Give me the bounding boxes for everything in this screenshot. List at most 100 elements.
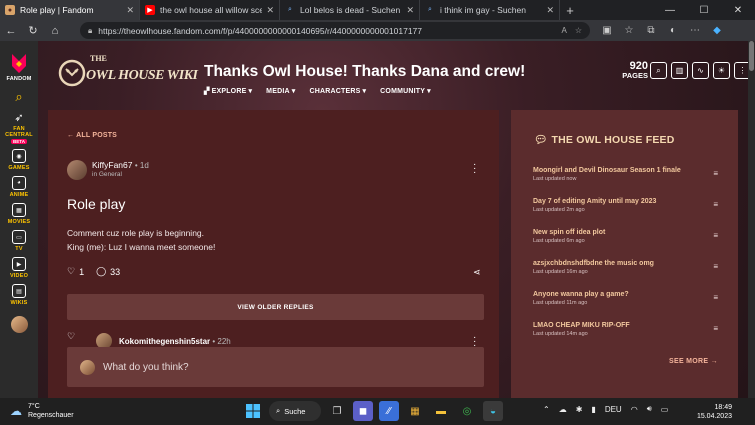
nav-characters[interactable]: CHARACTERS ▾ [309,87,366,96]
more-dots-icon[interactable]: ⋮ [734,62,748,79]
rail-item-tv[interactable]: ▭ TV [12,230,26,252]
owl-house-feed: 💬︎ THE OWL HOUSE FEED Moongirl and Devil… [511,110,738,398]
task-view-icon[interactable]: ❐ [327,401,347,421]
language-indicator[interactable]: DEU [605,405,622,414]
system-tray: ⌃ ☁ ✱ ▮ DEU ◠ 🔊︎ ▭ [543,404,668,414]
reload-icon[interactable]: ↻ [22,20,44,41]
rail-item-anime[interactable]: ◕ ANIME [10,176,29,198]
tab-bing-gay[interactable]: ⌕ i think im gay - Suchen ✕ [420,0,560,20]
feed-item-title[interactable]: Day 7 of editing Amity until may 2023 [533,198,718,205]
rail-item-fan-central[interactable]: ➶ FAN CENTRAL BETA [4,111,34,144]
file-explorer-icon[interactable]: ▬ [431,401,451,421]
scrollbar-thumb[interactable] [749,41,754,71]
nav-explore[interactable]: ▞ EXPLORE ▾ [204,87,252,96]
close-tab-icon[interactable]: ✕ [266,5,274,16]
read-aloud-icon[interactable]: A [561,26,566,35]
share-icon[interactable]: ⋖ [473,267,481,278]
bluetooth-icon[interactable]: ✱ [576,405,583,414]
cloud-icon[interactable]: ☁ [559,405,567,414]
open-book-icon[interactable]: ▥ [671,62,688,79]
back-arrow-icon[interactable]: ← [0,20,22,41]
chevron-up-icon[interactable]: ⌃ [543,405,550,414]
activity-pulse-icon[interactable]: ∿ [692,62,709,79]
battery-icon[interactable]: ▮ [591,405,595,414]
close-tab-icon[interactable]: ✕ [126,5,134,16]
list-item[interactable]: azsjxchbdnshdfbdne the music omg Last up… [533,260,718,291]
like-button[interactable]: ♡ 1 [67,266,84,277]
battery-status-icon[interactable]: ▭ [661,405,669,414]
rain-cloud-icon: ☁ [10,404,22,418]
url-text: https://theowlhouse.fandom.com/f/p/44000… [98,25,423,36]
rail-item-games[interactable]: ◉ GAMES [8,149,29,171]
tab-role-play[interactable]: ● Role play | Fandom ✕ [0,0,140,20]
profile-avatar-icon[interactable]: ◐ [662,25,684,36]
rail-search[interactable]: ⌕ [15,89,22,105]
feed-item-title[interactable]: New spin off idea plot [533,229,718,236]
avatar[interactable] [67,160,87,180]
teams-chat-icon[interactable]: ◼ [353,401,373,421]
favorite-star-icon[interactable]: ☆ [575,26,582,35]
split-screen-icon[interactable]: ▣ [596,25,618,36]
tab-bing-belos[interactable]: ⌕ Lol belos is dead - Suchen ✕ [280,0,420,20]
see-more-link[interactable]: SEE MORE → [669,358,718,365]
list-item[interactable]: Moongirl and Devil Dinosaur Season 1 fin… [533,167,718,198]
search-icon[interactable]: ⌕ [650,62,667,79]
minimize-icon[interactable]: — [653,0,687,20]
tab-youtube[interactable]: ▶ the owl house all willow scenes ✕ [140,0,280,20]
favorites-icon[interactable]: ☆ [618,25,640,36]
feed-item-title[interactable]: LMAO CHEAP MIKU RIP-OFF [533,322,718,329]
post-category[interactable]: in General [92,171,122,178]
list-item[interactable]: Day 7 of editing Amity until may 2023 La… [533,198,718,229]
all-posts-link[interactable]: ← ALL POSTS [67,132,117,139]
post-more-menu-icon[interactable]: · · · [473,160,476,178]
list-item[interactable]: LMAO CHEAP MIKU RIP-OFF Last updated 14m… [533,322,718,353]
close-tab-icon[interactable]: ✕ [406,5,414,16]
fandom-logo-icon [11,54,26,73]
list-item[interactable]: Anyone wanna play a game? Last updated 1… [533,291,718,322]
wiki-title[interactable]: Thanks Owl House! Thanks Dana and crew! [204,63,525,81]
store-icon[interactable]: ▦ [405,401,425,421]
windows-start-icon[interactable] [243,401,263,421]
home-icon[interactable]: ⌂ [44,20,66,41]
nav-community[interactable]: COMMUNITY ▾ [380,87,431,96]
volume-icon[interactable]: 🔊︎ [647,404,652,414]
wiki-tools: ⌕ ▥ ∿ ☀ ⋮ [650,62,748,79]
page-scrollbar[interactable] [748,41,755,398]
copilot-icon[interactable]: ◆ [706,25,728,36]
new-tab-button[interactable]: + [560,0,580,20]
more-menu-icon[interactable]: ⋯ [684,25,706,36]
clock-date: 15.04.2023 [696,413,732,420]
comment-input[interactable]: What do you think? [67,347,484,387]
rail-item-wikis[interactable]: ▤ WIKIS [11,284,28,306]
close-window-icon[interactable]: ✕ [721,0,755,20]
xbox-icon[interactable]: ◎ [457,401,477,421]
taskbar-clock[interactable]: 18:49 15.04.2023 [696,403,732,421]
reply-author[interactable]: Kokomithegenshin5star [119,337,210,346]
comments-button[interactable]: ◯ 33 [96,266,120,277]
collections-icon[interactable]: ⧉ [640,25,662,36]
fandom-home-link[interactable]: FANDOM [6,46,31,82]
nav-media[interactable]: MEDIA ▾ [266,87,295,96]
rail-item-movies[interactable]: ▦ MOVIES [8,203,31,225]
taskbar-search[interactable]: ⌕ Suche [269,401,321,421]
close-tab-icon[interactable]: ✕ [546,5,554,16]
comment-placeholder: What do you think? [103,361,189,373]
feed-item-title[interactable]: azsjxchbdnshdfbdne the music omg [533,260,718,267]
maximize-icon[interactable]: ☐ [687,0,721,20]
theme-sun-icon[interactable]: ☀ [713,62,730,79]
owl-house-wiki-logo[interactable]: THE OWL HOUSE WIKI [50,47,210,99]
edge-browser-icon[interactable]: ◒ [483,401,503,421]
edit-app-icon[interactable]: ∕∕ [379,401,399,421]
user-avatar[interactable] [10,316,28,333]
rail-label: GAMES [8,165,30,171]
heart-icon[interactable]: ♡ [67,331,75,342]
list-item[interactable]: New spin off idea plot Last updated 6m a… [533,229,718,260]
feed-item-title[interactable]: Moongirl and Devil Dinosaur Season 1 fin… [533,167,718,174]
wifi-icon[interactable]: ◠ [631,405,638,414]
weather-widget[interactable]: ☁ 7°C Regenschauer [10,402,74,420]
feed-item-title[interactable]: Anyone wanna play a game? [533,291,718,298]
url-bar[interactable]: 🔒︎ https://theowlhouse.fandom.com/f/p/44… [80,22,590,39]
post-author[interactable]: KiffyFan67 [92,160,132,170]
rail-item-video[interactable]: ▶ VIDEO [10,257,28,279]
view-older-replies-button[interactable]: VIEW OLDER REPLIES [67,294,484,320]
